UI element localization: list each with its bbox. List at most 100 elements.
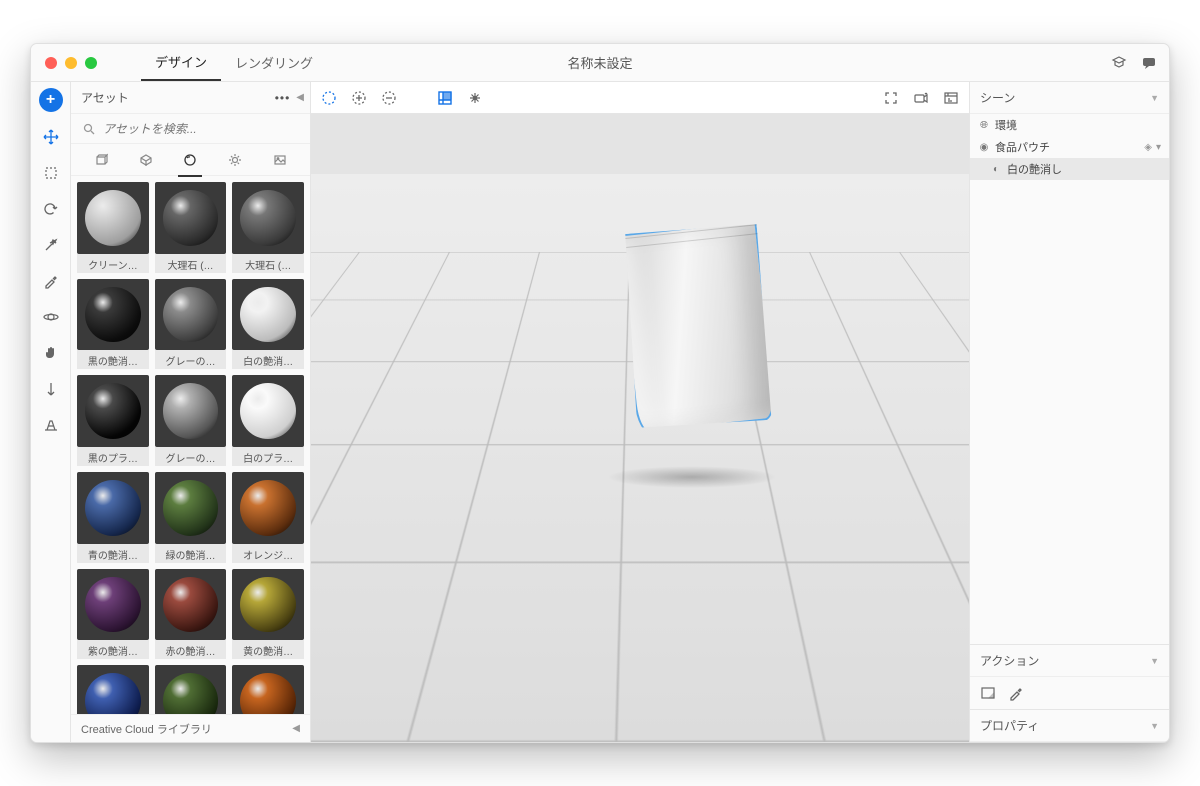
materials-grid-scroll[interactable]: クリーン…大理石 (…大理石 (…黒の艶消…グレーの…白の艶消…黒のプラ…グレー…	[71, 176, 310, 714]
material-sphere-icon	[240, 287, 296, 343]
material-item[interactable]: 白のプラ…	[232, 375, 304, 466]
eyedropper-tool[interactable]	[37, 270, 65, 292]
material-sphere-icon	[163, 190, 219, 246]
add-to-selection-icon[interactable]	[351, 90, 367, 106]
actions-panel-title: アクション	[980, 652, 1039, 669]
material-item[interactable]: 大理石 (…	[155, 182, 227, 273]
scene-tree: 🌐︎ 環境 ◉ 食品パウチ ◈ ▾ ◐ 白の艶消し	[970, 114, 1169, 644]
viewport-toolbar	[311, 82, 969, 114]
material-item[interactable]: 青の艶消…	[77, 472, 149, 563]
perspective-tool[interactable]	[37, 414, 65, 436]
material-item[interactable]: クリーン…	[77, 182, 149, 273]
select-tool[interactable]	[37, 162, 65, 184]
marquee-select-icon[interactable]	[321, 90, 337, 106]
asset-tab-shapes[interactable]	[132, 148, 160, 172]
material-item[interactable]: グレーの…	[155, 279, 227, 370]
material-thumb	[77, 182, 149, 254]
material-thumb	[77, 472, 149, 544]
asset-tab-models[interactable]	[87, 148, 115, 172]
hand-tool[interactable]	[37, 342, 65, 364]
scene-item-label: 環境	[995, 117, 1017, 133]
material-item[interactable]: 白の艶消…	[232, 279, 304, 370]
material-item[interactable]: グレーの…	[155, 375, 227, 466]
material-label: 緑の艶消…	[155, 544, 227, 563]
scene-item-material[interactable]: ◐ 白の艶消し	[970, 158, 1169, 180]
search-input[interactable]	[103, 122, 300, 136]
material-item[interactable]: 紫の艶消…	[77, 569, 149, 660]
material-item[interactable]: 黒のプラ…	[77, 375, 149, 466]
feedback-icon[interactable]	[1141, 55, 1157, 71]
assets-menu-button[interactable]: •••	[275, 91, 291, 105]
orbit-tool[interactable]	[37, 306, 65, 328]
properties-panel-title: プロパティ	[980, 717, 1039, 734]
frame-selection-icon[interactable]	[437, 90, 453, 106]
globe-icon: 🌐︎	[978, 119, 990, 131]
titlebar-right	[1099, 55, 1169, 71]
chevron-down-icon[interactable]: ▼	[1150, 721, 1159, 731]
material-thumb	[155, 375, 227, 447]
fullscreen-icon[interactable]	[883, 90, 899, 106]
material-label: 黄の艶消…	[232, 640, 304, 659]
visibility-icon[interactable]: ◈	[1144, 142, 1152, 153]
material-label: 紫の艶消…	[77, 640, 149, 659]
material-item[interactable]: オレンジ…	[232, 665, 304, 714]
material-thumb	[155, 665, 227, 714]
undo-tool[interactable]	[37, 198, 65, 220]
scene-item-environment[interactable]: 🌐︎ 環境	[970, 114, 1169, 136]
chevron-down-icon[interactable]: ▼	[1150, 93, 1159, 103]
material-item[interactable]: オレンジ…	[232, 472, 304, 563]
scene-item-label: 白の艶消し	[1007, 161, 1062, 177]
pouch-object[interactable]	[617, 220, 777, 434]
tab-design[interactable]: デザイン	[141, 44, 221, 81]
learn-icon[interactable]	[1111, 55, 1127, 71]
tab-render[interactable]: レンダリング	[221, 44, 327, 81]
material-sphere-icon	[163, 480, 219, 536]
chevron-down-icon[interactable]: ▾	[1156, 142, 1161, 153]
render-settings-icon[interactable]	[943, 90, 959, 106]
camera-bookmark-icon[interactable]	[913, 90, 929, 106]
material-label: オレンジ…	[232, 544, 304, 563]
materials-grid: クリーン…大理石 (…大理石 (…黒の艶消…グレーの…白の艶消…黒のプラ…グレー…	[77, 182, 304, 714]
asset-tab-images[interactable]	[266, 148, 294, 172]
dolly-tool[interactable]	[37, 378, 65, 400]
material-item[interactable]: 青のプラ…	[77, 665, 149, 714]
material-thumb	[155, 182, 227, 254]
asset-tab-lights[interactable]	[221, 148, 249, 172]
cc-libraries-row[interactable]: Creative Cloud ライブラリ ◀	[71, 714, 310, 742]
material-item[interactable]: 緑の艶消…	[155, 472, 227, 563]
material-sphere-icon	[85, 480, 141, 536]
asset-tab-materials[interactable]	[176, 148, 204, 172]
material-thumb	[232, 182, 304, 254]
sample-action-icon[interactable]	[1008, 685, 1024, 701]
decal-action-icon[interactable]	[980, 685, 996, 701]
minimize-window-button[interactable]	[65, 57, 77, 69]
zoom-window-button[interactable]	[85, 57, 97, 69]
material-sphere-icon	[163, 383, 219, 439]
close-window-button[interactable]	[45, 57, 57, 69]
material-thumb	[77, 279, 149, 351]
material-item[interactable]: 赤の艶消…	[155, 569, 227, 660]
material-sphere-icon	[85, 673, 141, 714]
material-item[interactable]: 緑のプラ…	[155, 665, 227, 714]
material-item[interactable]: 黄の艶消…	[232, 569, 304, 660]
actions-panel-header: アクション ▼	[970, 645, 1169, 677]
document-title: 名称未設定	[567, 53, 632, 72]
material-thumb	[232, 472, 304, 544]
assets-title: アセット	[81, 89, 129, 106]
chevron-down-icon[interactable]: ▼	[1150, 656, 1159, 666]
material-thumb	[232, 375, 304, 447]
assets-collapse-icon[interactable]: ◀	[296, 92, 304, 103]
material-sphere-icon	[163, 287, 219, 343]
material-item[interactable]: 大理石 (…	[232, 182, 304, 273]
material-item[interactable]: 黒の艶消…	[77, 279, 149, 370]
material-label: 白の艶消…	[232, 350, 304, 369]
move-tool[interactable]	[37, 126, 65, 148]
subtract-selection-icon[interactable]	[381, 90, 397, 106]
actions-body	[970, 677, 1169, 709]
viewport-canvas[interactable]	[311, 114, 969, 742]
snap-icon[interactable]	[467, 90, 483, 106]
wand-tool[interactable]	[37, 234, 65, 256]
titlebar: デザイン レンダリング 名称未設定	[31, 44, 1169, 82]
add-button[interactable]: +	[39, 88, 63, 112]
scene-item-pouch[interactable]: ◉ 食品パウチ ◈ ▾	[970, 136, 1169, 158]
